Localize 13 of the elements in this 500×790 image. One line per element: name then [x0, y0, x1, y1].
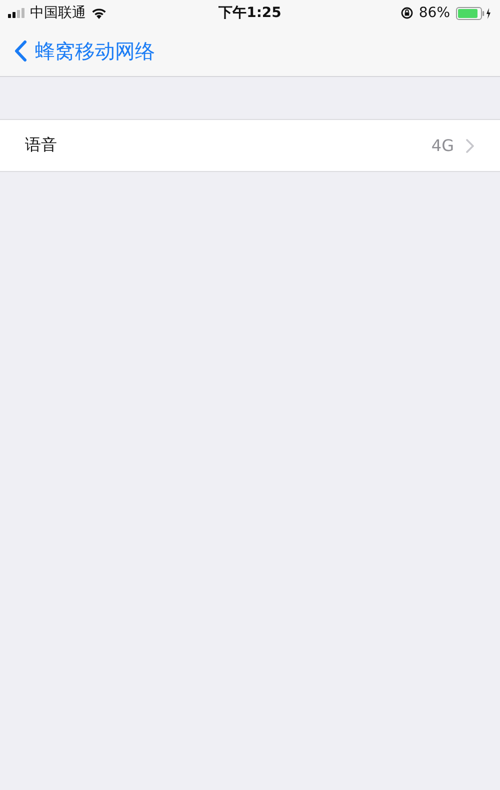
- signal-icon: [8, 8, 25, 18]
- disclosure-chevron-icon: [466, 138, 474, 152]
- settings-row[interactable]: 语音 4G: [0, 120, 500, 171]
- rotation-lock-icon: [400, 7, 413, 19]
- row-value: 4G: [431, 136, 454, 155]
- back-button[interactable]: 蜂窝移动网络: [14, 38, 155, 64]
- battery-percentage: 86%: [418, 5, 450, 21]
- carrier-name: 中国联通: [30, 4, 86, 22]
- clock-time: 下午1:25: [218, 5, 282, 21]
- battery-charging-icon: [456, 6, 492, 20]
- back-chevron-icon: [14, 40, 27, 62]
- row-label: 语音: [25, 135, 57, 156]
- wifi-icon: [91, 7, 107, 19]
